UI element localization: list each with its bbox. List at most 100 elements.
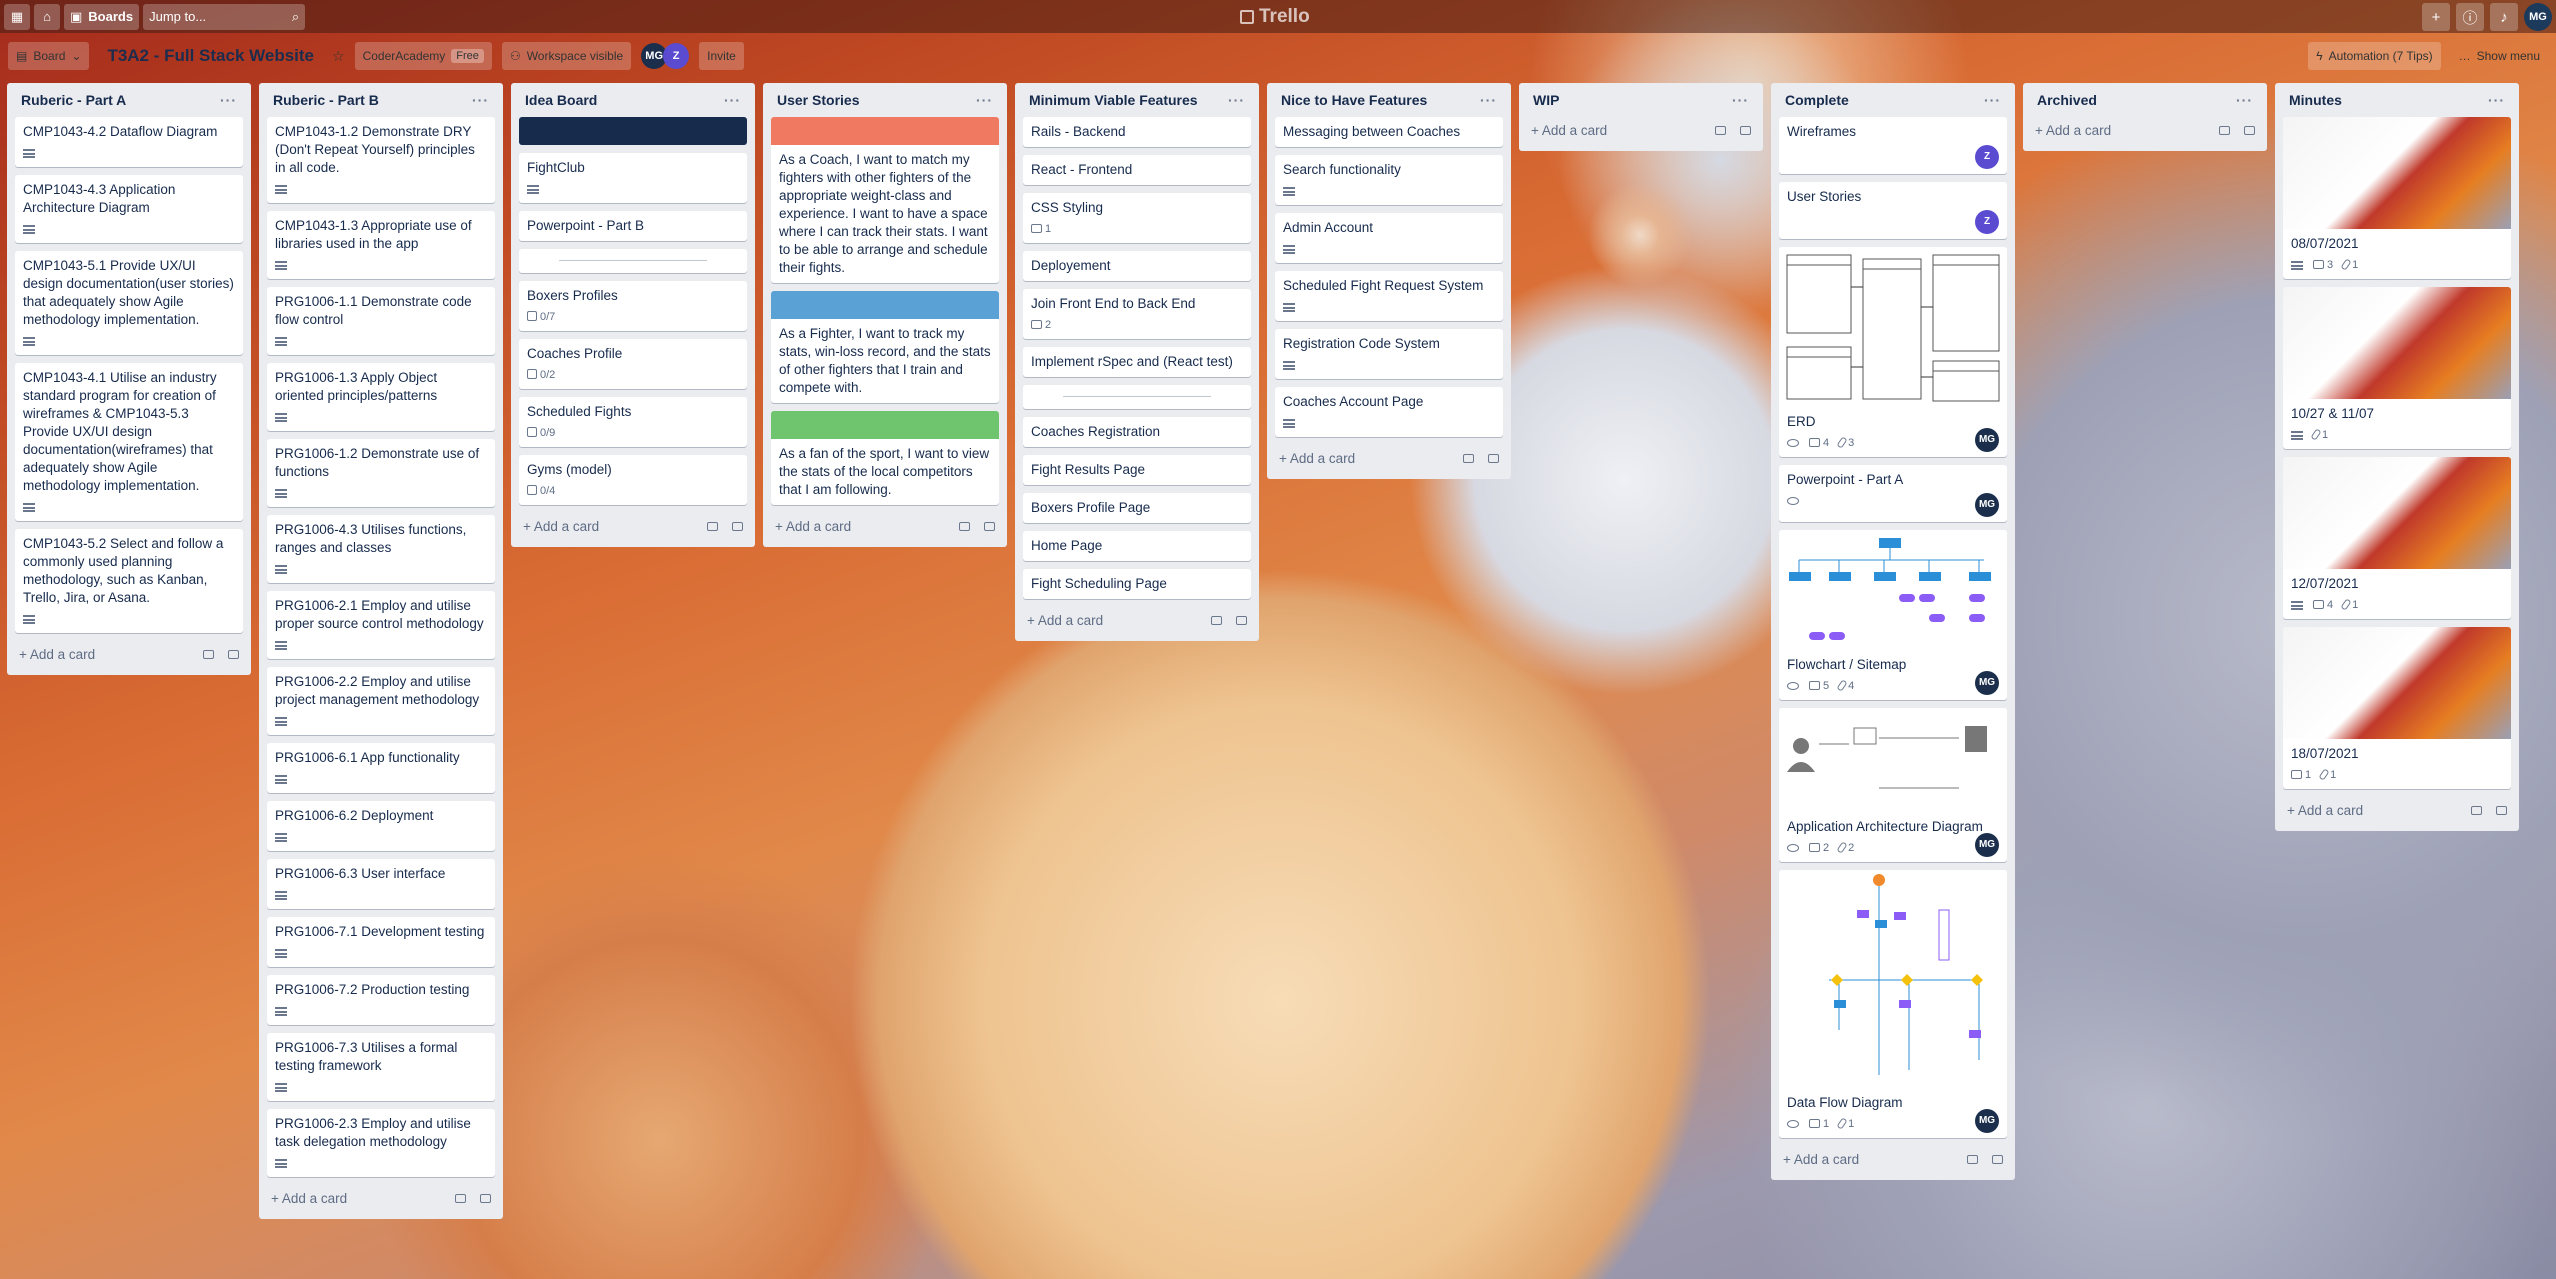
list-menu-icon[interactable]: ···: [472, 92, 489, 108]
card[interactable]: PRG1006-7.3 Utilises a formal testing fr…: [267, 1033, 495, 1101]
template-icon[interactable]: [203, 649, 214, 659]
create-button[interactable]: +: [2422, 3, 2450, 31]
card-template-icon[interactable]: [984, 521, 995, 531]
list-ruberic-part-a[interactable]: Ruberic - Part A ··· CMP1043-4.2 Dataflow…: [7, 83, 251, 675]
card-template-icon[interactable]: [228, 649, 239, 659]
card[interactable]: CMP1043-5.1 Provide UX/UI design documen…: [15, 251, 243, 355]
template-icon[interactable]: [2471, 805, 2482, 815]
template-icon[interactable]: [455, 1193, 466, 1203]
member-avatar[interactable]: Z: [663, 43, 690, 69]
list-menu-icon[interactable]: ···: [1732, 92, 1749, 108]
list-title[interactable]: User Stories: [777, 92, 859, 108]
list-nice-to-have-features[interactable]: Nice to Have Features ··· Messaging betwe…: [1267, 83, 1511, 479]
list-title[interactable]: Ruberic - Part A: [21, 92, 126, 108]
list-title[interactable]: Nice to Have Features: [1281, 92, 1427, 108]
list-minutes[interactable]: Minutes ··· 08/07/2021 3 1 10/27 & 11/07 1…: [2275, 83, 2519, 831]
card[interactable]: Wireframes Z: [1779, 117, 2007, 174]
card-template-icon[interactable]: [1740, 125, 1751, 135]
list-title[interactable]: Complete: [1785, 92, 1849, 108]
add-card-button[interactable]: + Add a card: [15, 641, 243, 667]
card[interactable]: PRG1006-1.2 Demonstrate use of functions: [267, 439, 495, 507]
card[interactable]: Admin Account: [1275, 213, 1503, 263]
list-archived[interactable]: Archived ··· + Add a card: [2023, 83, 2267, 151]
card[interactable]: Application Architecture Diagram 2 2 MG: [1779, 708, 2007, 862]
template-icon[interactable]: [1715, 125, 1726, 135]
star-icon[interactable]: ☆: [332, 48, 345, 65]
visibility-button[interactable]: ⚇ Workspace visible: [501, 42, 632, 70]
list-title[interactable]: Minutes: [2289, 92, 2342, 108]
card[interactable]: 08/07/2021 3 1: [2283, 117, 2511, 279]
boards-button[interactable]: ▣ Boards: [64, 3, 140, 30]
list-menu-icon[interactable]: ···: [1228, 92, 1245, 108]
automation-button[interactable]: ϟ Automation (7 Tips): [2308, 42, 2441, 70]
card[interactable]: Coaches Profile 0/2: [519, 339, 747, 389]
list-title[interactable]: Archived: [2037, 92, 2097, 108]
card[interactable]: Fight Results Page: [1023, 455, 1251, 485]
add-card-button[interactable]: + Add a card: [1527, 117, 1755, 143]
board-view-switcher[interactable]: ▤ Board ⌄: [8, 42, 90, 70]
member-avatar[interactable]: MG: [1975, 833, 1999, 857]
list-idea-board[interactable]: Idea Board ··· FightClub Powerpoint - Par…: [511, 83, 755, 547]
member-avatar[interactable]: MG: [1975, 1109, 1999, 1133]
list-title[interactable]: Minimum Viable Features: [1029, 92, 1198, 108]
card[interactable]: React - Frontend: [1023, 155, 1251, 185]
card-template-icon[interactable]: [480, 1193, 491, 1203]
card[interactable]: Search functionality: [1275, 155, 1503, 205]
list-menu-icon[interactable]: ···: [2236, 92, 2253, 108]
member-avatar[interactable]: MG: [1975, 428, 1999, 452]
template-icon[interactable]: [959, 521, 970, 531]
add-card-button[interactable]: + Add a card: [2031, 117, 2259, 143]
card[interactable]: Scheduled Fights 0/9: [519, 397, 747, 447]
list-menu-icon[interactable]: ···: [724, 92, 741, 108]
card[interactable]: CSS Styling 1: [1023, 193, 1251, 243]
card[interactable]: Implement rSpec and (React test): [1023, 347, 1251, 377]
card[interactable]: Messaging between Coaches: [1275, 117, 1503, 147]
card[interactable]: CMP1043-4.1 Utilise an industry standard…: [15, 363, 243, 521]
trello-logo[interactable]: Trello: [1240, 6, 1310, 28]
card[interactable]: CMP1043-5.2 Select and follow a commonly…: [15, 529, 243, 633]
template-icon[interactable]: [1211, 615, 1222, 625]
list-user-stories[interactable]: User Stories ··· As a Coach, I want to ma…: [763, 83, 1007, 547]
member-avatar[interactable]: Z: [1975, 145, 1999, 169]
card[interactable]: PRG1006-2.3 Employ and utilise task dele…: [267, 1109, 495, 1177]
board-title[interactable]: T3A2 - Full Stack Website: [99, 42, 322, 70]
card[interactable]: 10/27 & 11/07 1: [2283, 287, 2511, 449]
card[interactable]: ERD 4 3 MG: [1779, 247, 2007, 457]
card[interactable]: Registration Code System: [1275, 329, 1503, 379]
card[interactable]: CMP1043-1.2 Demonstrate DRY (Don't Repea…: [267, 117, 495, 203]
member-avatar[interactable]: MG: [1975, 493, 1999, 517]
list-menu-icon[interactable]: ···: [2488, 92, 2505, 108]
add-card-button[interactable]: + Add a card: [1779, 1146, 2007, 1172]
card[interactable]: As a fan of the sport, I want to view th…: [771, 411, 999, 505]
add-card-button[interactable]: + Add a card: [519, 513, 747, 539]
add-card-button[interactable]: + Add a card: [1023, 607, 1251, 633]
list-menu-icon[interactable]: ···: [220, 92, 237, 108]
add-card-button[interactable]: + Add a card: [1275, 445, 1503, 471]
list-minimum-viable-features[interactable]: Minimum Viable Features ··· Rails - Backe…: [1015, 83, 1259, 641]
card[interactable]: 18/07/2021 1 1: [2283, 627, 2511, 789]
card[interactable]: PRG1006-6.1 App functionality: [267, 743, 495, 793]
card[interactable]: Deployement: [1023, 251, 1251, 281]
card[interactable]: PRG1006-7.1 Development testing: [267, 917, 495, 967]
card[interactable]: PRG1006-6.3 User interface: [267, 859, 495, 909]
card[interactable]: Powerpoint - Part B: [519, 211, 747, 241]
card-template-icon[interactable]: [2244, 125, 2255, 135]
card[interactable]: Join Front End to Back End 2: [1023, 289, 1251, 339]
card[interactable]: Coaches Registration: [1023, 417, 1251, 447]
list-wip[interactable]: WIP ··· + Add a card: [1519, 83, 1763, 151]
card-template-icon[interactable]: [1488, 453, 1499, 463]
card[interactable]: Home Page: [1023, 531, 1251, 561]
show-menu-button[interactable]: … Show menu: [2451, 42, 2548, 70]
template-icon[interactable]: [1463, 453, 1474, 463]
divider-card[interactable]: [1023, 385, 1251, 409]
card[interactable]: FightClub: [519, 153, 747, 203]
template-icon[interactable]: [2219, 125, 2230, 135]
card[interactable]: Rails - Backend: [1023, 117, 1251, 147]
card[interactable]: CMP1043-4.3 Application Architecture Dia…: [15, 175, 243, 243]
add-card-button[interactable]: + Add a card: [267, 1185, 495, 1211]
list-menu-icon[interactable]: ···: [976, 92, 993, 108]
workspace-button[interactable]: CoderAcademy Free: [354, 42, 492, 70]
apps-grid-button[interactable]: ▦: [4, 3, 30, 30]
card[interactable]: PRG1006-1.3 Apply Object oriented princi…: [267, 363, 495, 431]
divider-card[interactable]: [519, 249, 747, 273]
